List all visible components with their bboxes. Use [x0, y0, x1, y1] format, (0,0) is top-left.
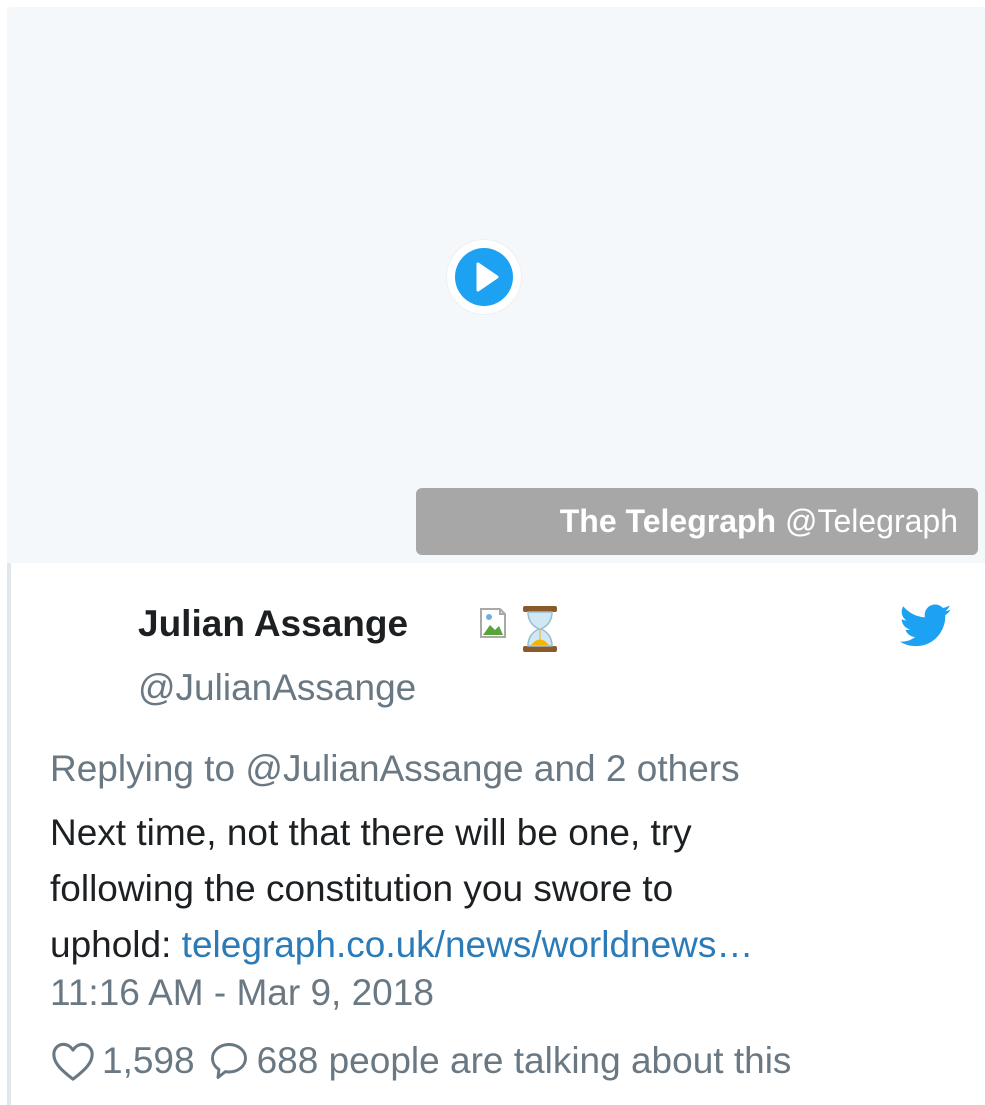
tweet-text-prefix: uphold:	[50, 924, 182, 965]
video-source-overlay[interactable]: The Telegraph @Telegraph	[416, 488, 978, 555]
tweet-text: Next time, not that there will be one, t…	[50, 805, 950, 973]
tweet-actions: 1,598 688 people are talking about this	[50, 1035, 791, 1087]
video-source-handle: @Telegraph	[784, 503, 958, 539]
talking-count[interactable]: 688 people are talking about this	[257, 1035, 792, 1087]
hourglass-icon	[523, 606, 557, 652]
embedded-tweet: The Telegraph @Telegraph Julian Assange …	[0, 0, 985, 1105]
tweet-left-border	[7, 563, 11, 1105]
tweet-timestamp[interactable]: 11:16 AM - Mar 9, 2018	[50, 969, 434, 1017]
author-name[interactable]: Julian Assange	[138, 600, 408, 648]
play-button[interactable]	[447, 240, 521, 314]
video-player[interactable]: The Telegraph @Telegraph	[7, 7, 985, 563]
tweet-text-line: following the constitution you swore to	[50, 868, 674, 909]
author-handle[interactable]: @JulianAssange	[138, 664, 416, 712]
tweet-text-line: uphold: telegraph.co.uk/news/worldnews…	[50, 917, 950, 973]
reply-bubble-icon[interactable]	[207, 1039, 251, 1083]
reply-context[interactable]: Replying to @JulianAssange and 2 others	[50, 745, 740, 793]
tweet-link[interactable]: telegraph.co.uk/news/worldnews…	[182, 924, 754, 965]
heart-icon[interactable]	[50, 1039, 96, 1083]
tweet-text-line: Next time, not that there will be one, t…	[50, 812, 692, 853]
play-icon	[455, 248, 513, 306]
twitter-bird-icon[interactable]	[900, 604, 952, 648]
broken-image-icon	[480, 608, 506, 638]
video-source-name: The Telegraph	[559, 503, 777, 539]
like-count[interactable]: 1,598	[102, 1035, 195, 1087]
